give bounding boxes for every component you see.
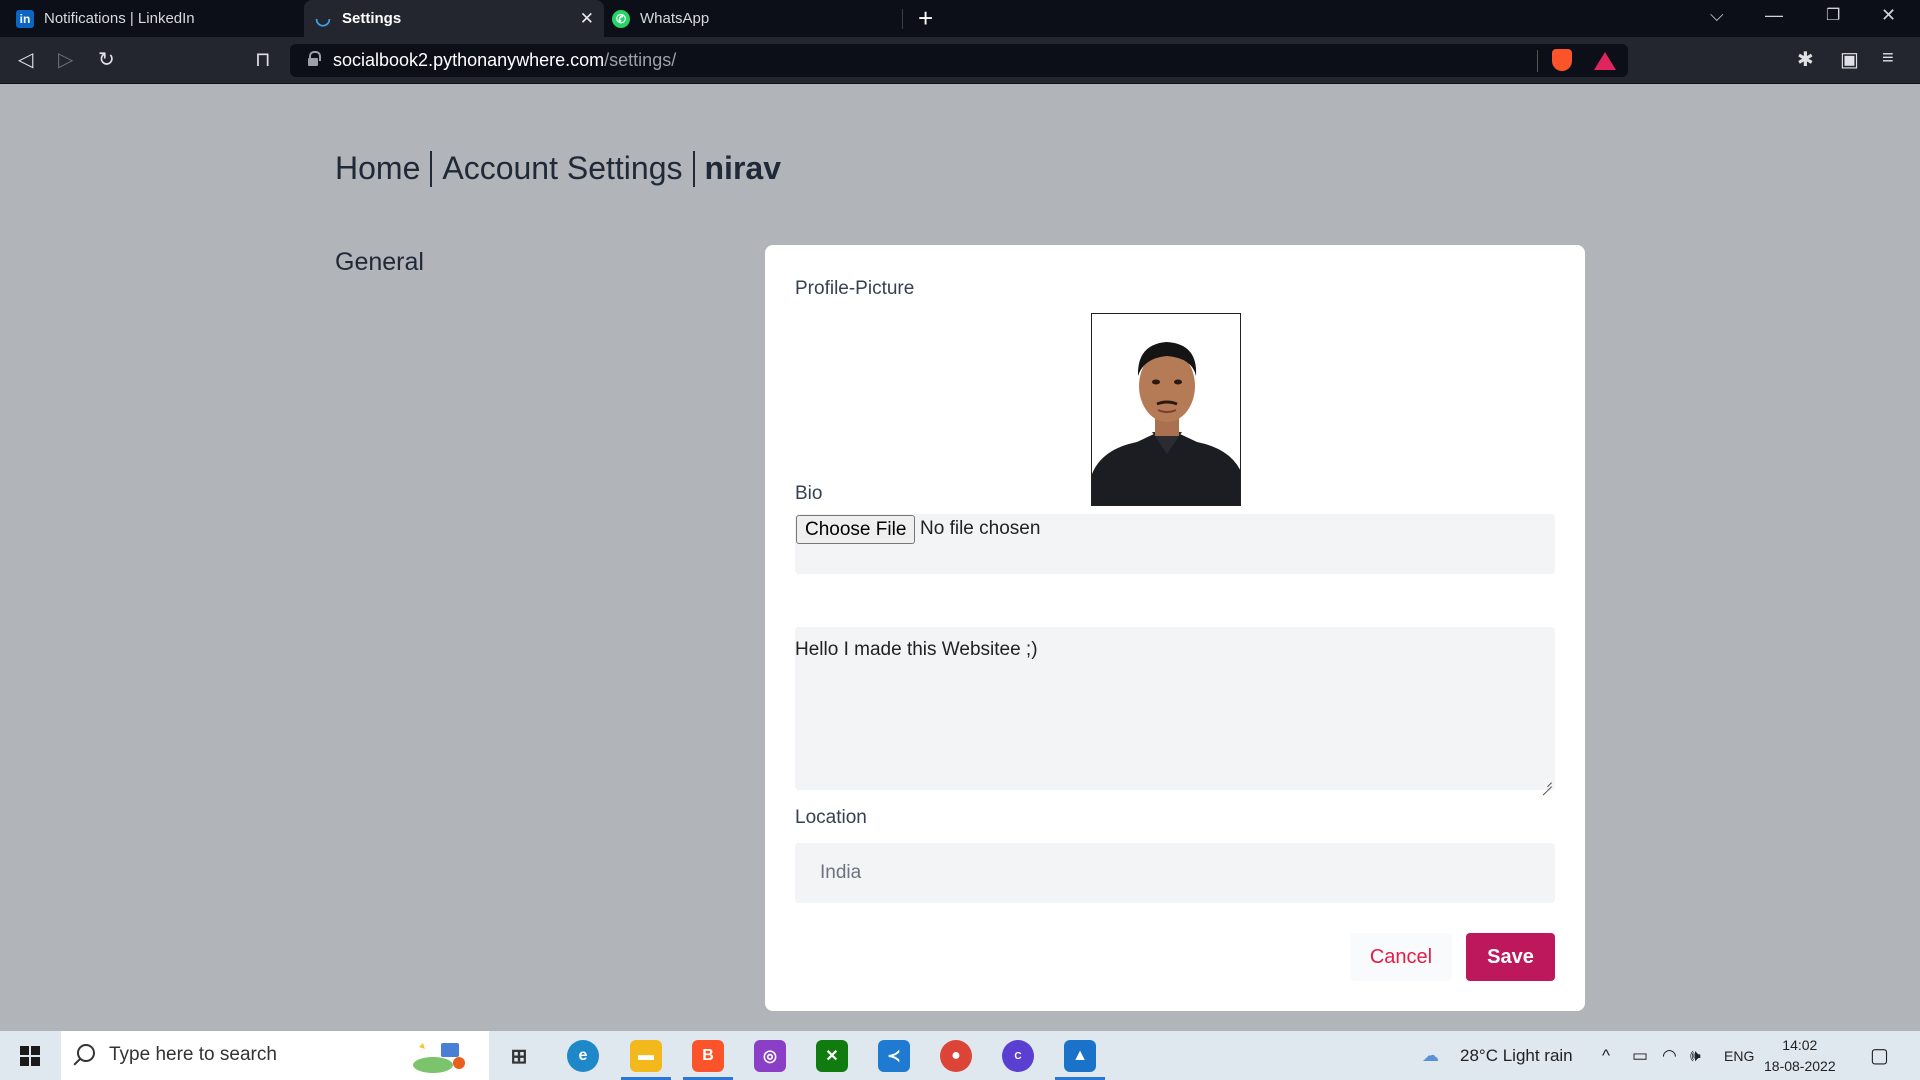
new-tab-icon[interactable]: + [918, 3, 933, 34]
tab-whatsapp[interactable]: ✆ WhatsApp [612, 0, 902, 37]
breadcrumb-username: nirav [704, 150, 781, 186]
location-value: India [820, 862, 862, 883]
address-bar[interactable]: socialbook2.pythonanywhere.com/settings/ [290, 44, 1628, 77]
wallet-icon[interactable]: ▣ [1840, 47, 1859, 72]
url-text: socialbook2.pythonanywhere.com/settings/ [333, 50, 677, 70]
linkedin-icon: in [16, 9, 34, 28]
show-hidden-icons-chevron-icon[interactable]: ^ [1602, 1046, 1610, 1066]
close-tab-icon[interactable]: ✕ [580, 9, 594, 29]
photos-icon[interactable]: ▲ [1064, 1040, 1096, 1072]
search-highlight-icon [413, 1043, 465, 1073]
breadcrumb-account-settings[interactable]: Account Settings [442, 150, 682, 187]
tab-title: WhatsApp [640, 10, 710, 27]
taskbar-search-box[interactable]: Type here to search [61, 1031, 489, 1080]
file-explorer-icon[interactable]: ▬ [630, 1040, 662, 1072]
profile-picture-file-field: Choose File No file chosen [795, 514, 1555, 574]
extensions-icon[interactable]: ✱ [1797, 47, 1814, 72]
tab-divider [902, 9, 903, 29]
browser-tab-strip: in Notifications | LinkedIn ◡ Settings ✕… [0, 0, 1920, 37]
canva-icon[interactable]: C [1002, 1040, 1034, 1072]
choose-file-button[interactable]: Choose File [796, 515, 916, 544]
wifi-icon[interactable]: ◠ [1662, 1046, 1677, 1066]
profile-picture-label: Profile-Picture [795, 278, 915, 299]
restore-icon[interactable]: ❐ [1826, 5, 1840, 25]
clock-time: 14:02 [1782, 1037, 1818, 1053]
bio-text: Hello I made this Websitee ;) [795, 639, 1038, 660]
windows-taskbar: Type here to search ⊞ e ▬ B ◎ ✕ ≺ ● C ▲ … [0, 1031, 1920, 1080]
resize-handle-icon[interactable] [1542, 777, 1552, 787]
breadcrumb-separator [430, 150, 433, 187]
battery-icon[interactable]: ▭ [1632, 1046, 1648, 1066]
brave-shields-icon[interactable] [1552, 49, 1572, 71]
weather-text[interactable]: 28°C Light rain [1460, 1046, 1573, 1066]
bookmark-icon[interactable]: ⊓ [255, 47, 271, 72]
profile-photo-icon [1092, 314, 1240, 505]
save-button[interactable]: Save [1466, 933, 1555, 981]
task-view-icon[interactable]: ⊞ [503, 1040, 535, 1072]
search-placeholder: Type here to search [109, 1044, 277, 1065]
weather-icon[interactable]: ☁ [1422, 1046, 1439, 1066]
minimize-icon[interactable]: — [1765, 5, 1783, 26]
section-general: General [335, 248, 424, 276]
clock-date: 18-08-2022 [1764, 1058, 1836, 1074]
tab-title: Settings [342, 10, 402, 27]
search-icon [77, 1044, 95, 1062]
notifications-icon[interactable]: ▢ [1870, 1043, 1889, 1068]
url-divider [1537, 50, 1538, 72]
volume-icon[interactable]: 🕪 [1690, 1046, 1701, 1066]
clock[interactable]: 14:02 18-08-2022 [1764, 1035, 1836, 1077]
breadcrumb: Home Account Settings nirav [335, 150, 781, 187]
back-icon[interactable]: ◁ [18, 47, 33, 72]
breadcrumb-home[interactable]: Home [335, 150, 420, 187]
forward-icon[interactable]: ▷ [58, 47, 73, 72]
brave-rewards-icon[interactable] [1594, 52, 1616, 70]
whatsapp-icon: ✆ [612, 9, 630, 28]
breadcrumb-separator [692, 150, 695, 187]
menu-icon[interactable]: ≡ [1882, 47, 1894, 70]
location-input[interactable]: India [795, 843, 1555, 903]
chrome-icon[interactable]: ● [940, 1040, 972, 1072]
edge-icon[interactable]: e [567, 1040, 599, 1072]
file-status-text: No file chosen [920, 518, 1041, 539]
podcast-app-icon[interactable]: ◎ [754, 1040, 786, 1072]
bio-label: Bio [795, 483, 823, 504]
browser-toolbar: ◁ ▷ ↻ ⊓ socialbook2.pythonanywhere.com/s… [0, 37, 1920, 84]
close-window-icon[interactable]: ✕ [1881, 5, 1896, 26]
site-favicon-icon: ◡ [315, 8, 331, 28]
windows-start-icon[interactable] [20, 1046, 40, 1066]
cancel-button[interactable]: Cancel [1350, 933, 1452, 981]
reload-icon[interactable]: ↻ [98, 47, 115, 72]
brave-icon[interactable]: B [692, 1040, 724, 1072]
language-indicator[interactable]: ENG [1724, 1048, 1754, 1064]
tab-title: Notifications | LinkedIn [44, 10, 195, 27]
location-label: Location [795, 807, 867, 828]
xbox-icon[interactable]: ✕ [816, 1040, 848, 1072]
tab-linkedin[interactable]: in Notifications | LinkedIn [16, 0, 296, 37]
lock-icon [308, 51, 321, 66]
settings-card: Profile-Picture Choose File No file chos… [765, 245, 1585, 1011]
bio-textarea[interactable]: Hello I made this Websitee ;) [795, 627, 1555, 790]
tab-settings[interactable]: ◡ Settings ✕ [304, 0, 604, 37]
tab-search-chevron-icon[interactable]: ⌵ [1710, 5, 1724, 26]
profile-picture [1091, 313, 1241, 506]
vscode-icon[interactable]: ≺ [878, 1040, 910, 1072]
